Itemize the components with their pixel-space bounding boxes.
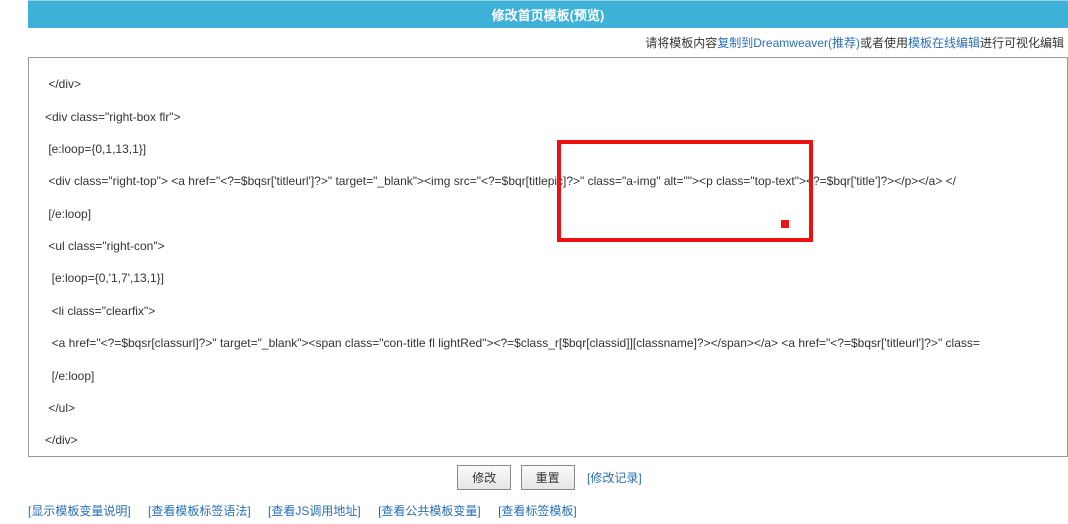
code-line: </ul> — [35, 400, 1061, 416]
show-template-vars-link[interactable]: [显示模板变量说明] — [28, 504, 131, 518]
highlight-marker-icon — [781, 220, 789, 228]
code-line: </div> — [35, 76, 1061, 92]
view-tag-template-link[interactable]: [查看标签模板] — [498, 504, 577, 518]
online-edit-link[interactable]: 模板在线编辑 — [908, 36, 980, 50]
view-js-call-url-link[interactable]: [查看JS调用地址] — [268, 504, 361, 518]
code-line: [e:loop={0,'1,7',13,1}] — [35, 270, 1061, 286]
reset-button[interactable]: 重置 — [521, 465, 575, 490]
code-line: [/e:loop] — [35, 368, 1061, 384]
copy-to-dreamweaver-link[interactable]: 复制到Dreamweaver(推荐) — [717, 36, 860, 50]
view-public-template-vars-link[interactable]: [查看公共模板变量] — [378, 504, 481, 518]
view-template-tag-syntax-link[interactable]: [查看模板标签语法] — [148, 504, 251, 518]
page-title-text: 修改首页模板(预览) — [492, 8, 605, 23]
code-line: <li class="clearfix"> — [35, 303, 1061, 319]
hint-suffix: 进行可视化编辑 — [980, 36, 1064, 50]
code-line: </div> — [35, 432, 1061, 448]
modify-history-link[interactable]: [修改记录] — [587, 471, 642, 485]
page-title-bar: 修改首页模板(预览) — [28, 0, 1068, 28]
bottom-link-row: [显示模板变量说明] [查看模板标签语法] [查看JS调用地址] [查看公共模板… — [0, 498, 1068, 523]
template-code-textarea[interactable]: </div> <div class="right-box flr"> [e:lo… — [28, 57, 1068, 457]
code-line: <div class="right-top"> <a href="<?=$bqs… — [35, 173, 1061, 189]
code-line: [/e:loop] — [35, 206, 1061, 222]
code-line: <a href="<?=$bqsr[classurl]?>" target="_… — [35, 335, 1061, 351]
hint-bar: 请将模板内容复制到Dreamweaver(推荐)或者使用模板在线编辑进行可视化编… — [28, 28, 1068, 57]
code-line: <div class="right-box flr"> — [35, 109, 1061, 125]
code-line: <ul class="right-con"> — [35, 238, 1061, 254]
modify-button[interactable]: 修改 — [457, 465, 511, 490]
button-row: 修改 重置 [修改记录] — [28, 457, 1068, 498]
hint-prefix: 请将模板内容 — [645, 36, 717, 50]
code-line: [e:loop={0,1,13,1}] — [35, 141, 1061, 157]
hint-middle: 或者使用 — [860, 36, 908, 50]
